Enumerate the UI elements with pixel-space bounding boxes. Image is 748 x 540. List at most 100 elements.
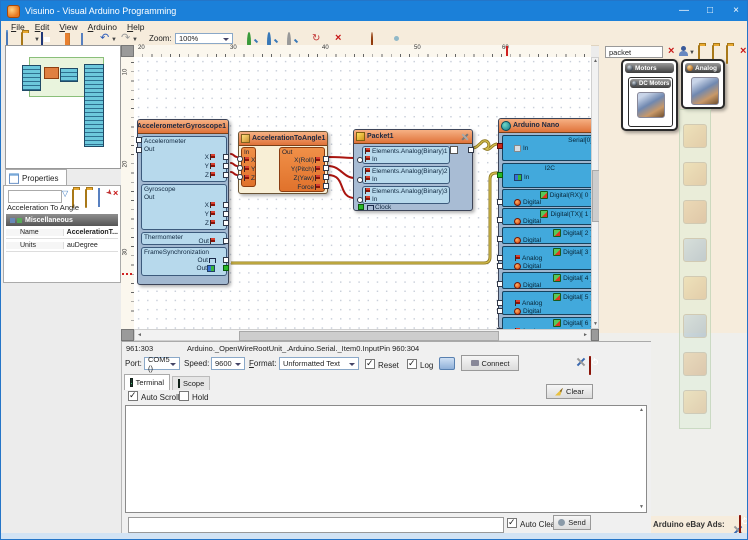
property-category-row[interactable]: Miscellaneous bbox=[6, 214, 118, 226]
out-pin-connector[interactable] bbox=[468, 147, 474, 153]
block-header[interactable]: Arduino Nano bbox=[499, 119, 591, 133]
pin-connector[interactable] bbox=[497, 263, 503, 269]
ads-power-icon[interactable] bbox=[739, 516, 741, 534]
block-header[interactable]: Packet1 bbox=[354, 130, 472, 144]
property-filter-input[interactable] bbox=[8, 190, 62, 203]
save-project-icon[interactable] bbox=[41, 33, 43, 44]
open-project-icon[interactable] bbox=[21, 33, 23, 44]
i2c-channel[interactable]: I2C In bbox=[502, 163, 591, 188]
checkbox-icon[interactable] bbox=[365, 359, 375, 369]
block-packet[interactable]: Packet1 Out Elements.Analog(Binary)1 In … bbox=[353, 129, 473, 211]
scroll-down-icon[interactable]: ▼ bbox=[593, 322, 598, 327]
undo-icon[interactable]: ↶ bbox=[100, 33, 109, 44]
out-pin-connector[interactable] bbox=[323, 156, 329, 162]
in-pin-connector[interactable] bbox=[237, 165, 243, 171]
close-properties-icon[interactable]: × bbox=[113, 188, 118, 199]
serial-in-connector[interactable] bbox=[497, 143, 503, 149]
pin-connector[interactable] bbox=[223, 154, 229, 160]
menu-help[interactable]: Help bbox=[127, 22, 144, 32]
out-pin-connector[interactable] bbox=[323, 183, 329, 189]
block-header[interactable]: AccelerationToAngle1 bbox=[239, 132, 327, 146]
serial-channel[interactable]: Serial[0] In bbox=[502, 135, 591, 161]
title-bar[interactable]: Visuino - Visual Arduino Programming — □… bbox=[1, 1, 748, 21]
pin-connector[interactable] bbox=[497, 236, 503, 242]
menu-view[interactable]: View bbox=[59, 22, 77, 32]
digital-channel-row[interactable]: Digital[ 6 ] Analog bbox=[502, 317, 591, 329]
checkbox-icon[interactable] bbox=[507, 518, 517, 528]
digital-channel-row[interactable]: Digital(TX)[ 1 ] Digital bbox=[502, 208, 591, 225]
scroll-right-icon[interactable]: ► bbox=[583, 333, 588, 338]
category-header[interactable]: Motors bbox=[625, 63, 674, 73]
new-project-icon[interactable] bbox=[6, 33, 8, 44]
pin-connector[interactable] bbox=[497, 308, 503, 314]
auto-scroll-checkbox[interactable]: Auto Scroll bbox=[128, 391, 180, 402]
menu-arduino[interactable]: Arduino bbox=[88, 22, 117, 32]
zoom-in-icon[interactable] bbox=[247, 34, 251, 45]
checkbox-icon[interactable] bbox=[128, 391, 138, 401]
terminal-scroll-up-icon[interactable]: ▲ bbox=[639, 408, 644, 413]
terminal-power-icon[interactable] bbox=[589, 357, 591, 375]
pin-connector[interactable] bbox=[223, 220, 229, 226]
digital-channel-row[interactable]: Digital[ 2 ] Digital bbox=[502, 227, 591, 244]
category-header[interactable]: Analog bbox=[685, 63, 721, 73]
left-pin-connector[interactable] bbox=[136, 147, 142, 153]
pin-connector[interactable] bbox=[497, 199, 503, 205]
toolbox-search-input[interactable]: packet bbox=[605, 46, 663, 58]
toggle-left-panel-icon[interactable] bbox=[65, 34, 70, 45]
send-text-input[interactable] bbox=[128, 517, 504, 533]
scroll-left-icon[interactable]: ◄ bbox=[137, 333, 142, 338]
property-row-name[interactable]: Name AccelerationT... bbox=[6, 226, 118, 239]
subcategory-header[interactable]: DC Motors bbox=[630, 79, 671, 88]
property-row-units[interactable]: Units auDegree bbox=[6, 239, 118, 252]
pin-connector[interactable] bbox=[223, 172, 229, 178]
block-arduino-nano[interactable]: Arduino Nano Serial[0] In I2C In Digital… bbox=[498, 118, 591, 329]
filter-funnel-icon[interactable]: ▽ bbox=[62, 189, 68, 198]
zoom-out-icon[interactable] bbox=[267, 34, 271, 45]
left-pin-connector[interactable] bbox=[136, 137, 142, 143]
pin-connector[interactable] bbox=[497, 300, 503, 306]
hold-checkbox[interactable]: Hold bbox=[179, 391, 208, 402]
digital-channel-row[interactable]: Digital(RX)[ 0 ] Digital bbox=[502, 189, 591, 207]
pin-connector[interactable] bbox=[497, 281, 503, 287]
log-checkbox[interactable]: Log bbox=[407, 359, 433, 370]
i2c-out-connector[interactable] bbox=[223, 265, 229, 271]
checkbox-icon[interactable] bbox=[407, 359, 417, 369]
in-pin-connector[interactable] bbox=[237, 156, 243, 162]
checkbox-icon[interactable] bbox=[179, 391, 189, 401]
element-in-connector[interactable] bbox=[357, 177, 363, 183]
send-button[interactable]: Send bbox=[553, 515, 591, 530]
collapse-folder-icon[interactable] bbox=[85, 190, 87, 208]
port-select[interactable]: COM5 () bbox=[144, 357, 180, 370]
tab-terminal[interactable]: Terminal bbox=[124, 374, 170, 390]
block-accelerometer-gyroscope[interactable]: AccelerometerGyroscope1 Accelerometer Ou… bbox=[137, 119, 229, 285]
digital-channel-row[interactable]: Digital[ 4 ] Digital bbox=[502, 272, 591, 289]
subcategory-dc-motors[interactable]: DC Motors bbox=[628, 77, 673, 127]
analog-component-icon[interactable] bbox=[691, 77, 719, 105]
auto-clear-checkbox[interactable]: Auto Clear bbox=[507, 518, 558, 529]
close-toolbox-icon[interactable]: × bbox=[740, 46, 746, 57]
pin-connector[interactable] bbox=[223, 211, 229, 217]
minimize-button[interactable]: — bbox=[671, 1, 697, 21]
block-acceleration-to-angle[interactable]: AccelerationToAngle1 In X Y Z Out X(Roll… bbox=[238, 131, 328, 194]
canvas-vertical-scrollbar[interactable]: ▲ ▼ bbox=[591, 57, 599, 329]
scroll-up-icon[interactable]: ▲ bbox=[593, 59, 598, 64]
pin-connector[interactable] bbox=[223, 238, 229, 244]
terminal-output-area[interactable]: ▲ ▼ bbox=[125, 405, 647, 513]
category-analog[interactable]: Analog bbox=[681, 59, 725, 109]
element-in-connector[interactable] bbox=[357, 157, 363, 163]
tab-properties[interactable]: Properties bbox=[5, 169, 67, 186]
compile-icon[interactable] bbox=[371, 33, 373, 44]
reset-checkbox[interactable]: Reset bbox=[365, 359, 399, 370]
connect-button[interactable]: Connect bbox=[461, 355, 519, 371]
clear-button[interactable]: Clear bbox=[546, 384, 593, 399]
delete-icon[interactable]: × bbox=[335, 33, 341, 44]
scrollbar-thumb[interactable] bbox=[239, 331, 499, 341]
format-select[interactable]: Unformatted Text bbox=[279, 357, 359, 370]
design-canvas[interactable]: AccelerometerGyroscope1 Accelerometer Ou… bbox=[134, 57, 591, 329]
clock-in-connector[interactable] bbox=[358, 204, 364, 210]
collapse-categories-icon[interactable] bbox=[726, 46, 728, 64]
zoom-select[interactable]: 100% bbox=[175, 33, 233, 44]
zoom-reset-icon[interactable] bbox=[287, 34, 291, 45]
pin-connector[interactable] bbox=[223, 163, 229, 169]
pin-connector[interactable] bbox=[497, 255, 503, 261]
